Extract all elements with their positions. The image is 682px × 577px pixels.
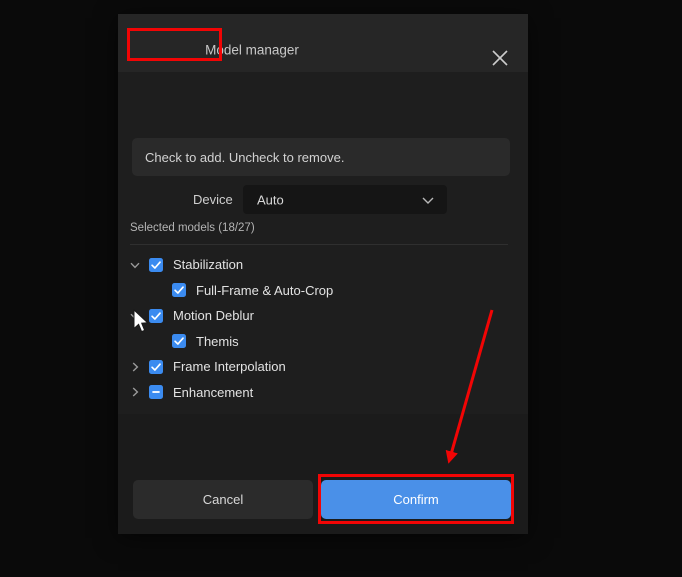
dialog-title: Model manager	[205, 42, 299, 58]
chevron-right-icon[interactable]	[126, 358, 144, 376]
device-row: Device Auto	[118, 185, 528, 215]
model-tree-row-label: Enhancement	[173, 384, 254, 400]
chevron-right-icon[interactable]	[126, 383, 144, 401]
selected-models-label: Selected models (18/27)	[130, 222, 255, 234]
model-tree-row[interactable]: Stabilization	[118, 252, 528, 278]
model-tree-row-label: Stabilization	[173, 257, 244, 273]
checkbox-checked-icon[interactable]	[149, 257, 163, 272]
dialog-body: Check to add. Uncheck to remove. Device …	[118, 72, 528, 534]
info-banner: Check to add. Uncheck to remove.	[132, 138, 510, 176]
section-divider	[130, 244, 508, 245]
chevron-down-icon[interactable]	[126, 256, 144, 274]
dialog-footer: Cancel Confirm	[118, 414, 528, 534]
device-selected-value: Auto	[257, 192, 284, 207]
model-tree-row-label: Full-Frame & Auto-Crop	[196, 282, 334, 298]
model-tree-row[interactable]: Full-Frame & Auto-Crop	[118, 278, 528, 304]
checkbox-checked-icon[interactable]	[149, 308, 163, 323]
model-tree-row-label: Frame Interpolation	[173, 359, 286, 375]
chevron-down-icon[interactable]	[126, 307, 144, 325]
device-select[interactable]: Auto	[243, 185, 447, 214]
confirm-button[interactable]: Confirm	[321, 480, 511, 519]
chevron-down-icon	[421, 193, 435, 207]
model-tree-row[interactable]: Motion Deblur	[118, 303, 528, 329]
checkbox-checked-icon[interactable]	[172, 334, 186, 349]
close-icon[interactable]	[486, 44, 514, 72]
info-banner-text: Check to add. Uncheck to remove.	[145, 149, 345, 165]
model-tree-row-label: Themis	[196, 333, 239, 349]
device-label: Device	[193, 192, 233, 207]
model-tree-row[interactable]: Enhancement	[118, 380, 528, 406]
checkbox-checked-icon[interactable]	[149, 359, 163, 374]
model-tree-row[interactable]: Frame Interpolation	[118, 354, 528, 380]
model-manager-dialog: Model manager Check to add. Uncheck to r…	[118, 14, 528, 534]
checkbox-indeterminate-icon[interactable]	[149, 385, 163, 400]
cancel-button[interactable]: Cancel	[133, 480, 313, 519]
model-tree: Stabilization Full-Frame & Auto-Crop Motio…	[118, 252, 528, 405]
checkbox-checked-icon[interactable]	[172, 283, 186, 298]
model-tree-row-label: Motion Deblur	[173, 308, 254, 324]
dialog-titlebar: Model manager	[118, 14, 528, 72]
model-tree-row[interactable]: Themis	[118, 329, 528, 355]
